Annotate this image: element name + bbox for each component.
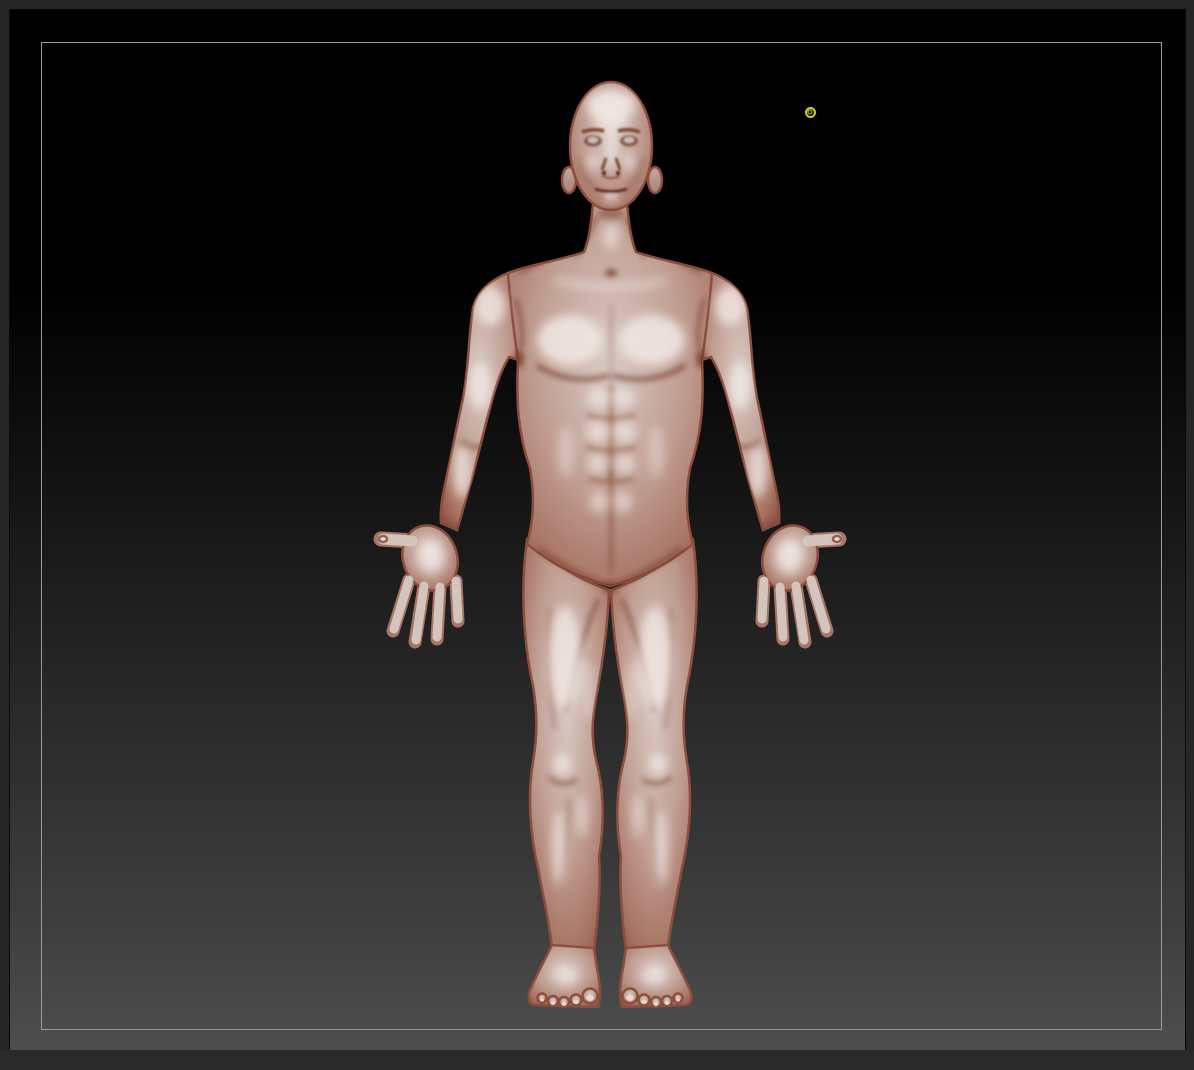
left-hand (379, 518, 466, 642)
right-eye (620, 136, 638, 147)
draw-cursor (805, 107, 816, 118)
anatomy-model[interactable] (0, 0, 1194, 1070)
draw-cursor-center (808, 110, 813, 115)
window-frame (0, 0, 1194, 1050)
canvas-viewport[interactable] (9, 9, 1186, 1050)
screenshot-root: { "scene": { "description": "Bald muscul… (0, 0, 1194, 1050)
right-hand (754, 518, 841, 642)
left-eye (584, 136, 602, 147)
